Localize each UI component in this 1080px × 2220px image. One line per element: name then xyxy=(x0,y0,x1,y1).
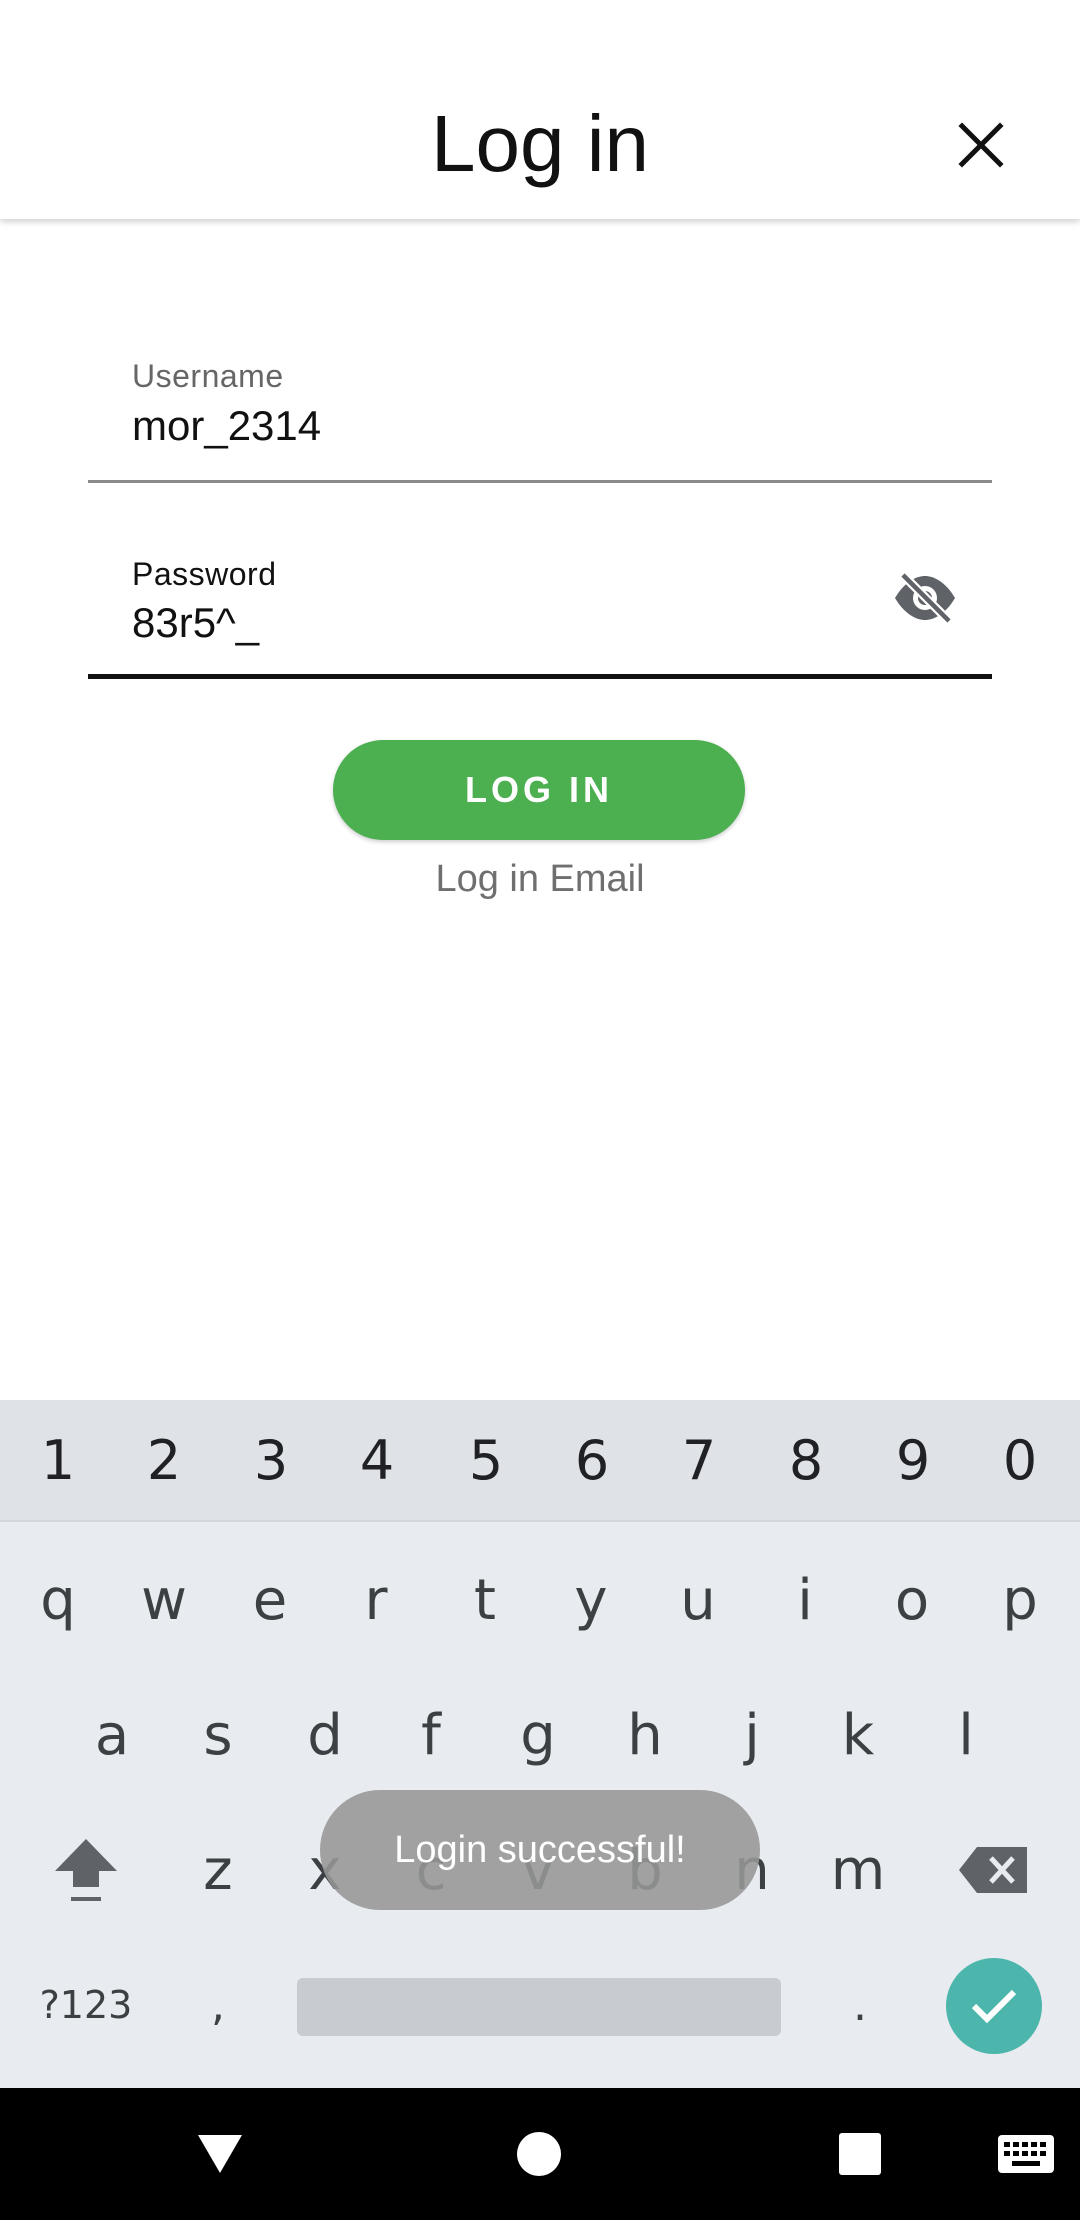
shift-icon[interactable] xyxy=(48,1825,124,1915)
close-icon[interactable] xyxy=(940,104,1022,186)
key-period[interactable]: . xyxy=(822,1960,898,2050)
password-field[interactable]: Password 83r5^_ xyxy=(88,537,992,681)
key-q[interactable]: q xyxy=(20,1555,96,1645)
key-8[interactable]: 8 xyxy=(768,1420,844,1500)
app-bar: Log in xyxy=(0,0,1080,219)
key-l[interactable]: l xyxy=(928,1690,1004,1780)
key-f[interactable]: f xyxy=(393,1690,469,1780)
check-icon[interactable] xyxy=(946,1958,1042,2054)
key-g[interactable]: g xyxy=(500,1690,576,1780)
key-9[interactable]: 9 xyxy=(875,1420,951,1500)
key-7[interactable]: 7 xyxy=(661,1420,737,1500)
key-m[interactable]: m xyxy=(820,1825,896,1915)
toast-message: Login successful! xyxy=(320,1790,760,1910)
key-e[interactable]: e xyxy=(232,1555,308,1645)
key-3[interactable]: 3 xyxy=(233,1420,309,1500)
login-button[interactable]: LOG IN xyxy=(333,740,745,840)
number-row: 1 2 3 4 5 6 7 8 9 0 xyxy=(0,1400,1080,1522)
key-u[interactable]: u xyxy=(660,1555,736,1645)
key-r[interactable]: r xyxy=(338,1555,414,1645)
back-icon[interactable] xyxy=(190,2124,250,2184)
home-icon[interactable] xyxy=(509,2124,569,2184)
key-6[interactable]: 6 xyxy=(554,1420,630,1500)
key-h[interactable]: h xyxy=(607,1690,683,1780)
login-email-link[interactable]: Log in Email xyxy=(0,858,1080,901)
key-d[interactable]: d xyxy=(287,1690,363,1780)
password-input[interactable]: 83r5^_ xyxy=(132,599,259,647)
key-k[interactable]: k xyxy=(820,1690,896,1780)
username-input[interactable]: mor_2314 xyxy=(132,402,321,450)
key-y[interactable]: y xyxy=(553,1555,629,1645)
soft-keyboard: 1 2 3 4 5 6 7 8 9 0 q w e r t y u i o p … xyxy=(0,1400,1080,2088)
key-4[interactable]: 4 xyxy=(339,1420,415,1500)
key-w[interactable]: w xyxy=(126,1555,202,1645)
username-underline xyxy=(88,480,992,483)
key-z[interactable]: z xyxy=(180,1825,256,1915)
key-2[interactable]: 2 xyxy=(126,1420,202,1500)
username-field[interactable]: Username mor_2314 xyxy=(88,340,992,484)
key-s[interactable]: s xyxy=(180,1690,256,1780)
key-p[interactable]: p xyxy=(982,1555,1058,1645)
system-nav-bar xyxy=(0,2088,1080,2220)
symbols-key[interactable]: ?123 xyxy=(24,1960,148,2050)
key-1[interactable]: 1 xyxy=(20,1420,96,1500)
password-underline xyxy=(88,674,992,679)
key-o[interactable]: o xyxy=(874,1555,950,1645)
key-comma[interactable]: , xyxy=(180,1960,256,2050)
key-5[interactable]: 5 xyxy=(448,1420,524,1500)
key-j[interactable]: j xyxy=(714,1690,790,1780)
backspace-icon[interactable] xyxy=(955,1825,1031,1915)
space-key[interactable] xyxy=(297,1978,781,2036)
password-label: Password xyxy=(132,556,277,592)
recents-icon[interactable] xyxy=(830,2124,890,2184)
key-i[interactable]: i xyxy=(767,1555,843,1645)
key-t[interactable]: t xyxy=(447,1555,523,1645)
keyboard-switch-icon[interactable] xyxy=(996,2124,1056,2184)
username-label: Username xyxy=(132,358,284,394)
key-a[interactable]: a xyxy=(74,1690,150,1780)
eye-off-icon[interactable] xyxy=(892,565,958,631)
page-title: Log in xyxy=(431,99,649,188)
key-0[interactable]: 0 xyxy=(982,1420,1058,1500)
